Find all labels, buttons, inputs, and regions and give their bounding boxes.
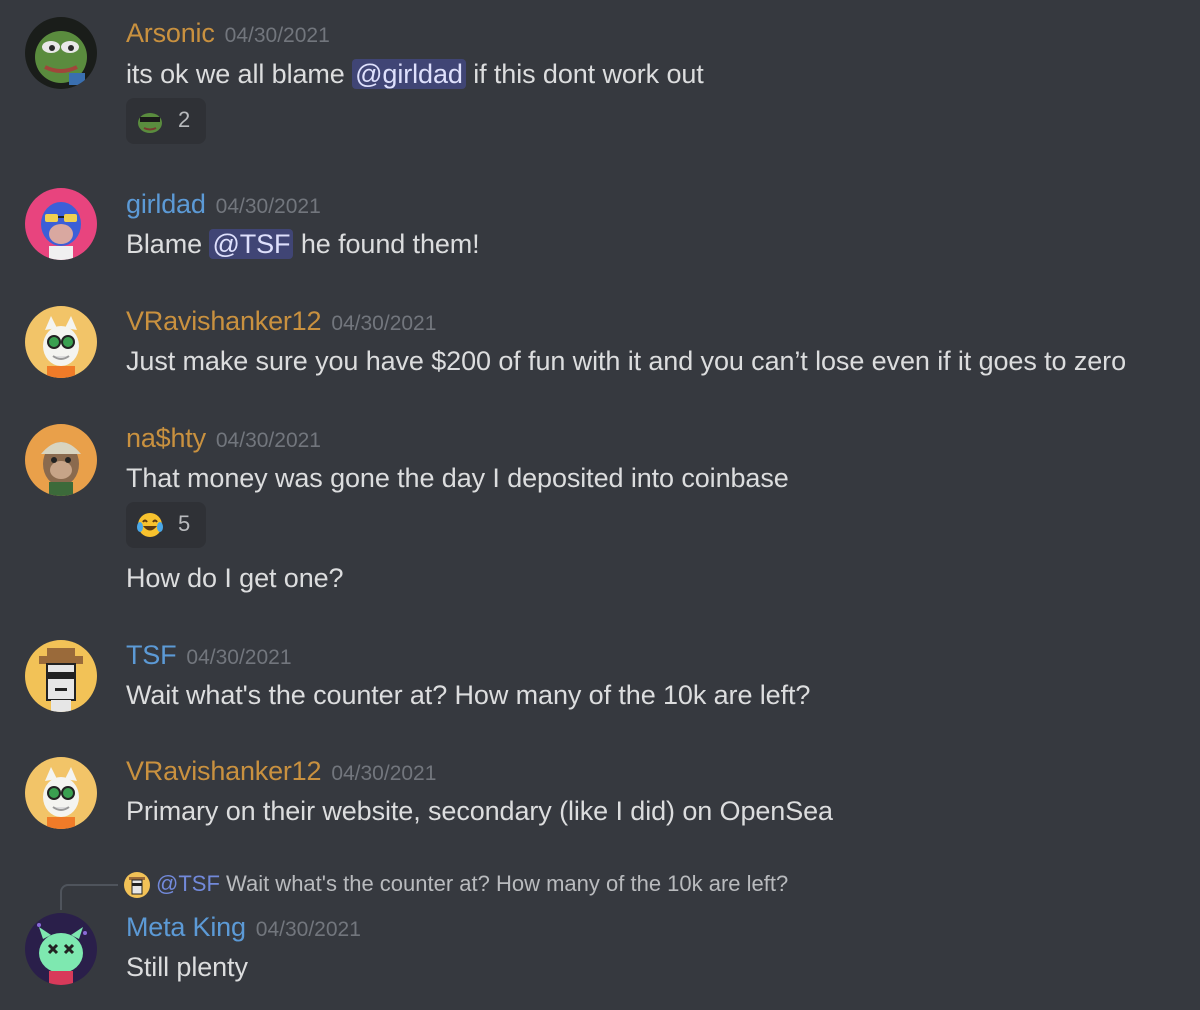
text-segment: if this dont work out: [473, 59, 704, 89]
author-name[interactable]: VRavishanker12: [126, 306, 322, 336]
cat-avatar-icon[interactable]: [25, 306, 97, 378]
author-name[interactable]: girldad: [126, 189, 206, 219]
reaction-button[interactable]: 5: [126, 502, 206, 548]
text-segment: its ok we all blame: [126, 59, 345, 89]
text-segment: he found them!: [300, 229, 480, 259]
reply-text: Wait what's the counter at? How many of …: [226, 871, 789, 896]
pepe-avatar-icon[interactable]: [25, 17, 97, 89]
message-text: Still plenty: [126, 952, 248, 982]
message-text: That money was gone the day I deposited …: [126, 463, 789, 493]
ape-avatar-icon[interactable]: [25, 188, 97, 260]
chat-messages: Arsonic 04/30/2021 its ok we all blame @g…: [0, 0, 1200, 1010]
punk-avatar-icon[interactable]: [25, 640, 97, 712]
ape-helmet-avatar-icon[interactable]: [25, 424, 97, 496]
message-text: Wait what's the counter at? How many of …: [126, 680, 811, 710]
timestamp: 04/30/2021: [224, 24, 330, 47]
timestamp: 04/30/2021: [186, 646, 292, 669]
reaction-count: 2: [178, 107, 191, 132]
reaction-button[interactable]: 2: [126, 98, 206, 144]
author-name[interactable]: na$hty: [126, 423, 206, 453]
punk-avatar-icon: [124, 872, 150, 899]
user-mention[interactable]: @TSF: [209, 229, 294, 259]
reply-mention[interactable]: @TSF: [156, 871, 220, 896]
timestamp: 04/30/2021: [215, 429, 321, 452]
reply-preview[interactable]: @TSF Wait what's the counter at? How man…: [124, 871, 789, 899]
timestamp: 04/30/2021: [331, 762, 437, 785]
reaction-count: 5: [178, 511, 191, 536]
cat-avatar-icon[interactable]: [25, 757, 97, 829]
message-text: its ok we all blame @girldad if this don…: [126, 59, 704, 90]
timestamp: 04/30/2021: [215, 195, 321, 218]
author-name[interactable]: VRavishanker12: [126, 756, 322, 786]
message-text: Blame @TSF he found them!: [126, 229, 480, 260]
message-text: Primary on their website, secondary (lik…: [126, 796, 833, 826]
author-name[interactable]: Meta King: [126, 912, 246, 942]
reply-connector: [60, 884, 118, 910]
pepe-emoji-icon: [136, 107, 164, 135]
timestamp: 04/30/2021: [255, 918, 361, 941]
tears-of-joy-emoji-icon: [136, 511, 164, 539]
message-text: How do I get one?: [126, 563, 344, 593]
user-mention[interactable]: @girldad: [352, 59, 466, 89]
author-name[interactable]: Arsonic: [126, 18, 215, 48]
author-name[interactable]: TSF: [126, 640, 177, 670]
message-text: Just make sure you have $200 of fun with…: [126, 346, 1126, 376]
text-segment: Blame: [126, 229, 203, 259]
timestamp: 04/30/2021: [331, 312, 437, 335]
alien-avatar-icon[interactable]: [25, 913, 97, 985]
